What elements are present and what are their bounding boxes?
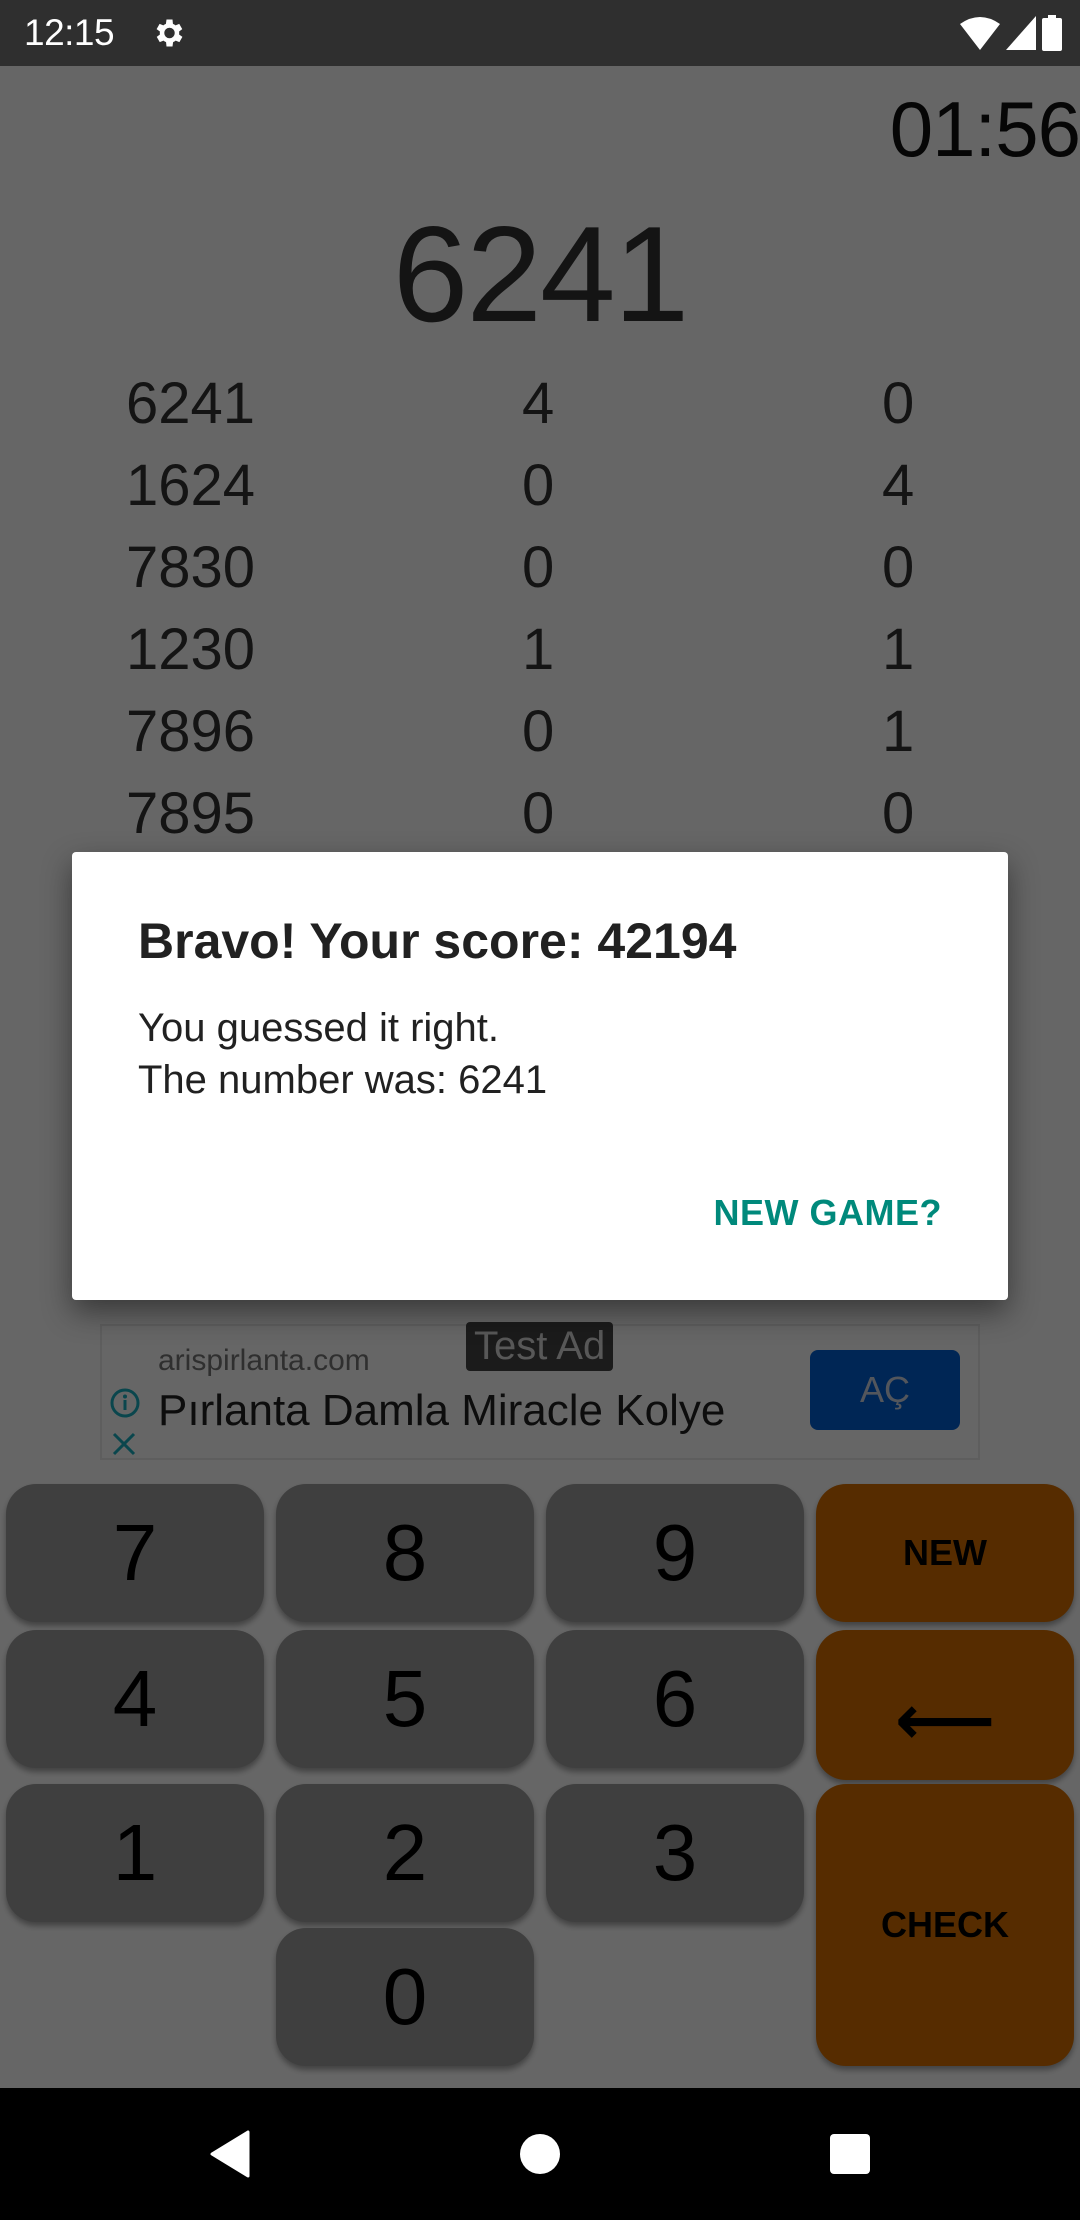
battery-icon: [1042, 15, 1062, 51]
cell-signal-icon: [1006, 16, 1036, 50]
status-bar: 12:15: [0, 0, 1080, 66]
wifi-icon: [960, 17, 1000, 50]
back-icon: [210, 2130, 250, 2178]
home-button[interactable]: [510, 2124, 570, 2184]
home-icon: [520, 2134, 560, 2174]
status-icons: [960, 14, 1062, 52]
result-dialog: Bravo! Your score: 42194 You guessed it …: [72, 852, 1008, 1300]
navigation-bar: [0, 2088, 1080, 2220]
recents-button[interactable]: [820, 2124, 880, 2184]
dialog-message: You guessed it right. The number was: 62…: [138, 1006, 548, 1102]
status-time: 12:15: [24, 12, 115, 53]
recents-icon: [830, 2134, 870, 2174]
back-button[interactable]: [200, 2124, 260, 2184]
dialog-title: Bravo! Your score: 42194: [138, 913, 737, 969]
new-game-button[interactable]: NEW GAME?: [714, 1192, 942, 1234]
settings-gear-icon: [156, 19, 183, 47]
